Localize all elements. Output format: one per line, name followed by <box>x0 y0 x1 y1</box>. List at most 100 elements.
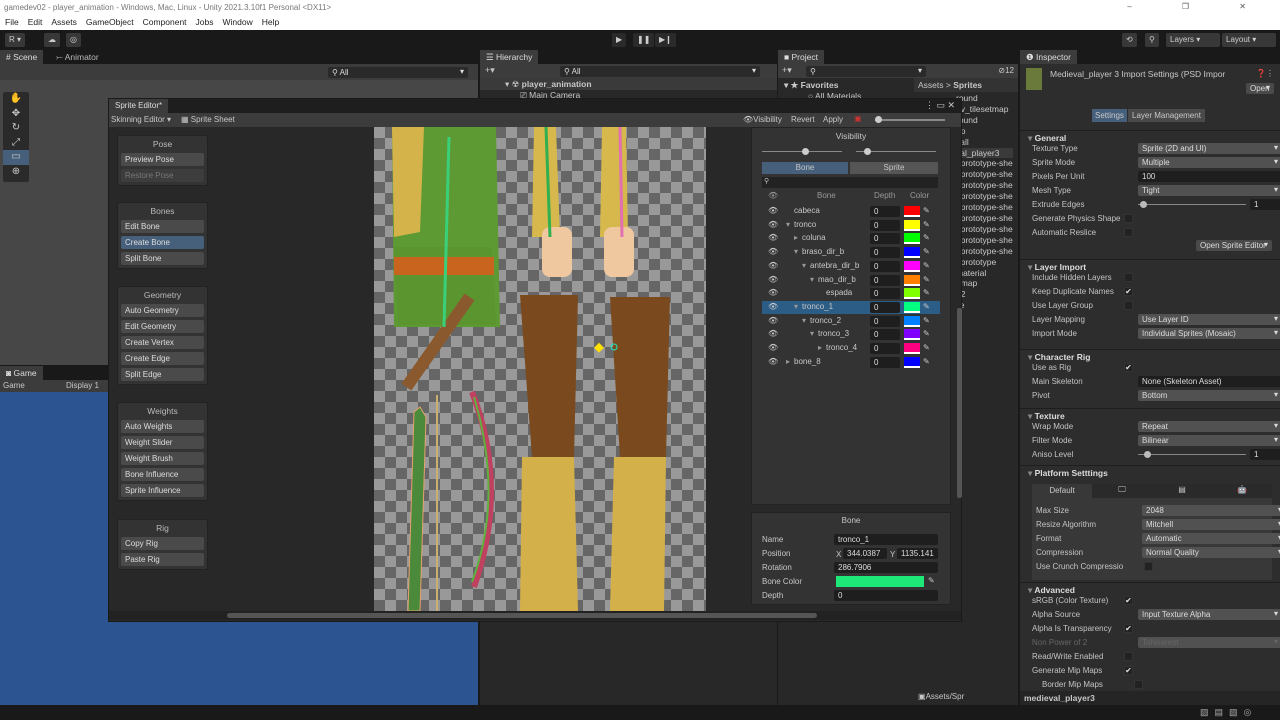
eyedropper-icon[interactable]: ✎ <box>923 329 930 338</box>
bone-color-swatch[interactable] <box>904 260 920 272</box>
bone-color-swatch[interactable] <box>904 247 920 259</box>
layer-group-checkbox[interactable] <box>1124 301 1133 310</box>
section-layer_import[interactable]: Layer Import <box>1020 259 1280 272</box>
visibility-eye-icon[interactable]: 👁 <box>768 288 778 297</box>
section-general[interactable]: General <box>1020 130 1280 143</box>
srgb-checkbox[interactable]: ✔ <box>1124 596 1133 605</box>
rotation-input[interactable]: 286.7906 <box>834 562 938 573</box>
bone-row[interactable]: 👁 ▾ tronco 0 ✎ <box>762 219 940 232</box>
asset-item[interactable]: _prototype-she <box>956 191 1013 202</box>
game-mode-dropdown[interactable]: Game <box>3 381 25 390</box>
collab-icon[interactable]: ◎ <box>66 33 81 47</box>
bone-row[interactable]: 👁 ▸ bone_8 0 ✎ <box>762 356 940 369</box>
sprite-mode-dropdown[interactable]: Multiple <box>1138 157 1280 168</box>
create-edge-button[interactable]: Create Edge <box>121 351 204 365</box>
bone-color-swatch[interactable] <box>904 315 920 327</box>
eyedropper-icon[interactable]: ✎ <box>923 316 930 325</box>
asset-item[interactable]: ile <box>956 300 1013 311</box>
menu-file[interactable]: File <box>5 17 19 27</box>
copy-rig-button[interactable]: Copy Rig <box>121 536 204 550</box>
aniso-value-input[interactable]: 1 <box>1250 449 1280 460</box>
import-mode-dropdown[interactable]: Individual Sprites (Mosaic) <box>1138 328 1280 339</box>
menu-assets[interactable]: Assets <box>51 17 77 27</box>
pivot-dropdown[interactable]: Bottom <box>1138 390 1280 401</box>
asset-item[interactable]: _prototype-she <box>956 213 1013 224</box>
visibility-scrollbar[interactable] <box>957 308 962 498</box>
visibility-eye-icon[interactable]: 👁 <box>768 316 778 325</box>
tab-hierarchy[interactable]: ☰ Hierarchy <box>480 50 539 64</box>
visibility-eye-icon[interactable]: 👁 <box>768 343 778 352</box>
visibility-eye-icon[interactable]: 👁 <box>768 329 778 338</box>
create-vertex-button[interactable]: Create Vertex <box>121 335 204 349</box>
menu-edit[interactable]: Edit <box>28 17 43 27</box>
hidden-packages-count[interactable]: ⊘12 <box>998 66 1014 75</box>
eyedropper-icon[interactable]: ✎ <box>923 357 930 366</box>
create-bone-button[interactable]: Create Bone <box>121 236 204 249</box>
bone-color-swatch[interactable] <box>904 206 920 217</box>
preview-pose-button[interactable]: Preview Pose <box>121 153 204 166</box>
asset-item[interactable]: 02 <box>956 289 1013 300</box>
open-button[interactable]: Open <box>1246 83 1274 94</box>
bone-depth-input[interactable]: 0 <box>870 206 900 217</box>
asset-item[interactable]: vall <box>956 137 1013 148</box>
hidden-layers-checkbox[interactable] <box>1124 273 1133 282</box>
extrude-slider[interactable] <box>1138 201 1246 208</box>
bone-row[interactable]: 👁 ▸ tronco_4 0 ✎ <box>762 342 940 355</box>
account-dropdown[interactable]: R ▾ <box>5 33 26 47</box>
move-tool-icon[interactable]: ✥ <box>3 107 29 122</box>
asset-item[interactable]: round <box>956 93 1013 104</box>
asset-item[interactable]: _prototype-she <box>956 235 1013 246</box>
layers-dropdown[interactable]: Layers ▾ <box>1166 33 1220 47</box>
eyedropper-icon[interactable]: ✎ <box>923 261 930 270</box>
sprite-canvas[interactable] <box>374 127 706 611</box>
eyedropper-icon[interactable]: ✎ <box>923 288 930 297</box>
breadcrumb-sprites[interactable]: Sprites <box>953 80 982 90</box>
keep-dup-checkbox[interactable]: ✔ <box>1124 287 1133 296</box>
expand-arrow-icon[interactable]: ▾ <box>810 275 814 284</box>
expand-arrow-icon[interactable]: ▾ <box>810 329 814 338</box>
expand-arrow-icon[interactable]: ▾ <box>802 316 806 325</box>
visibility-eye-icon[interactable]: 👁 <box>768 275 778 284</box>
alpha-src-dropdown[interactable]: Input Texture Alpha <box>1138 609 1280 620</box>
zoom-slider[interactable] <box>875 116 945 123</box>
split-edge-button[interactable]: Split Edge <box>121 367 204 381</box>
bone-depth-input[interactable]: 0 <box>870 247 900 259</box>
eyedropper-icon[interactable]: ✎ <box>923 247 930 256</box>
webgl-platform-icon[interactable]: ▤ <box>1152 484 1212 498</box>
search-icon[interactable]: ⚲ <box>1145 33 1159 47</box>
layout-dropdown[interactable]: Layout ▾ <box>1222 33 1276 47</box>
asset-item[interactable]: _prototype-she <box>956 202 1013 213</box>
hierarchy-search-input[interactable]: ⚲ All <box>560 66 760 77</box>
slider-handle[interactable] <box>1140 201 1147 208</box>
auto-reslice-checkbox[interactable] <box>1124 228 1133 237</box>
position-y-input[interactable]: 1135.141 <box>897 548 938 559</box>
asset-item[interactable]: ev_tilesetmap <box>956 104 1013 115</box>
visibility-eye-icon[interactable]: 👁 <box>768 357 778 366</box>
tab-scene[interactable]: # Scene <box>0 50 44 64</box>
eyedropper-icon[interactable]: ✎ <box>923 206 930 215</box>
visibility-button[interactable]: 👁Visibility <box>743 115 782 124</box>
expand-arrow-icon[interactable]: ▾ <box>794 302 798 311</box>
color-toggle-icon[interactable]: ▣ <box>854 114 862 123</box>
extrude-value-input[interactable]: 1 <box>1250 199 1280 210</box>
bone-influence-button[interactable]: Bone Influence <box>121 468 204 481</box>
play-button[interactable]: ▶ <box>612 33 627 47</box>
weight-slider-button[interactable]: Weight Slider <box>121 436 204 449</box>
asset-item[interactable]: material <box>956 268 1013 279</box>
expand-arrow-icon[interactable]: ▸ <box>786 357 790 366</box>
format-dropdown[interactable]: Automatic <box>1142 533 1280 544</box>
rotate-tool-icon[interactable]: ↻ <box>3 121 29 136</box>
project-search-input[interactable]: ⚲ <box>806 66 926 77</box>
pc-platform-icon[interactable]: 🖵 <box>1092 484 1152 498</box>
tab-game[interactable]: ◙ Game <box>0 366 43 380</box>
section-advanced[interactable]: Advanced <box>1020 582 1280 595</box>
bone-depth-input[interactable]: 0 <box>870 329 900 341</box>
asset-item[interactable]: round <box>956 115 1013 126</box>
resize-dropdown[interactable]: Mitchell <box>1142 519 1280 530</box>
expand-arrow-icon[interactable]: ▾ <box>794 247 798 256</box>
asset-item[interactable]: _prototype-she <box>956 224 1013 235</box>
bone-color-swatch[interactable] <box>904 219 920 231</box>
bone-color-field[interactable] <box>836 576 924 587</box>
use-rig-checkbox[interactable]: ✔ <box>1124 363 1133 372</box>
mesh-opacity-slider[interactable] <box>856 148 936 155</box>
